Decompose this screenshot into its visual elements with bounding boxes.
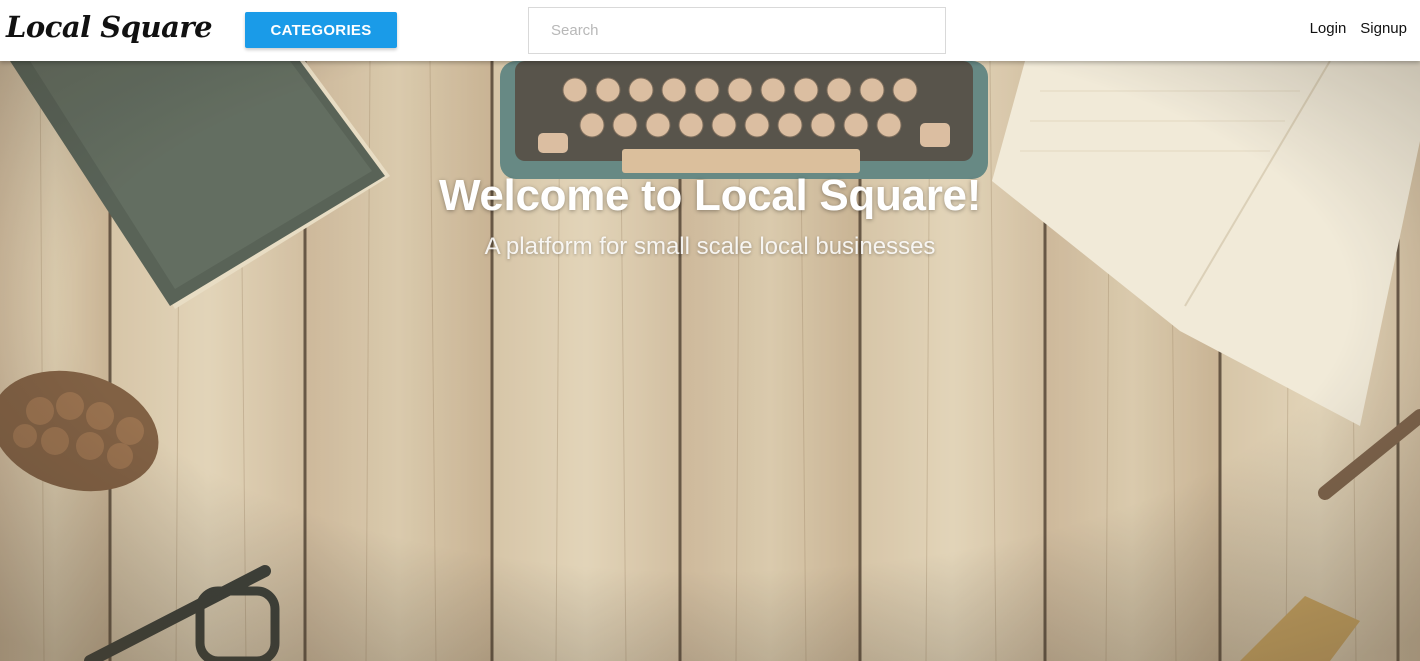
brand-logo[interactable]: Local Square [6,10,213,44]
navbar: Local Square CATEGORIES Login Signup [0,0,1420,61]
hero-subtitle: A platform for small scale local busines… [484,233,936,260]
signup-link[interactable]: Signup [1360,20,1407,37]
categories-button[interactable]: CATEGORIES [245,12,397,48]
hero-background-image [0,61,1420,661]
search-input[interactable] [529,8,945,53]
nav-links: Login Signup [1310,20,1407,37]
hero-banner: Welcome to Local Square! A platform for … [0,61,1420,661]
hero-text: Welcome to Local Square! A platform for … [0,171,1420,261]
login-link[interactable]: Login [1310,20,1347,37]
search-box [528,7,946,54]
hero-title: Welcome to Local Square! [438,171,982,220]
